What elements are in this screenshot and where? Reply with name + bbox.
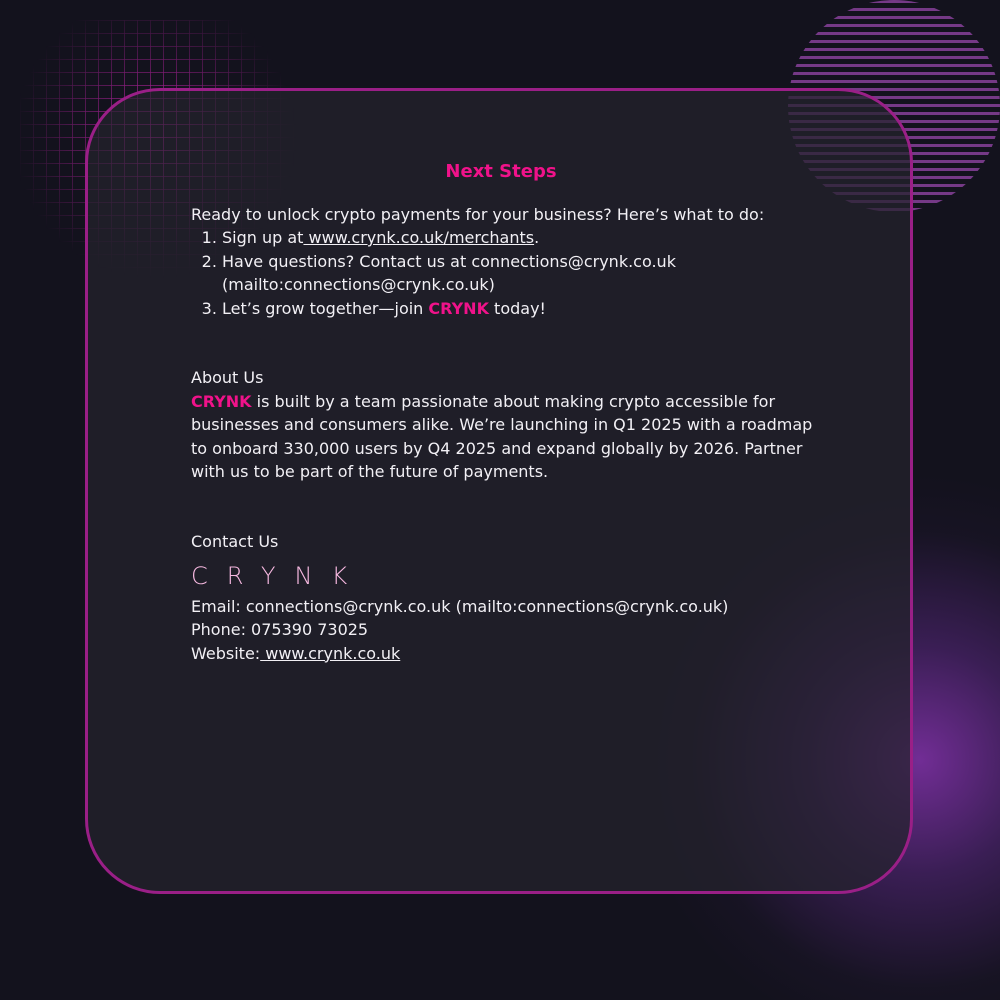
step-3: Let’s grow together—join CRYNK today! [222,297,831,321]
step-1: Sign up at www.crynk.co.uk/merchants. [222,226,831,250]
step-2: Have questions? Contact us at connection… [222,250,831,297]
website-link[interactable]: www.crynk.co.uk [260,644,400,663]
brand-name: CRYNK [428,298,489,318]
about-heading: About Us [191,368,264,387]
about-body: is built by a team passionate about maki… [191,391,813,482]
website-label: Website: [191,643,261,663]
brand-name: CRYNK [191,391,252,411]
next-steps-title: Next Steps [445,161,557,182]
step-3-text: Let’s grow together—join [222,298,429,318]
contact-heading: Contact Us [191,531,279,551]
step-1-text: Sign up at [222,228,304,247]
contact-phone: Phone: 075390 73025 [191,620,369,639]
steps-list: Sign up at www.crynk.co.uk/merchants. Ha… [191,226,831,320]
step-3-suffix: today! [488,298,546,318]
content: Next Steps Ready to unlock crypto paymen… [191,160,831,665]
about-text: CRYNK is built by a team passionate abou… [191,390,831,484]
contact-website: Website: www.crynk.co.uk [191,642,831,666]
crynk-logo: CRYNK [191,562,367,590]
contact-email: Email: connections@crynk.co.uk (mailto:c… [191,596,729,616]
merchants-link[interactable]: www.crynk.co.uk/merchants [303,228,535,247]
next-steps-intro: Ready to unlock crypto payments for your… [191,204,765,224]
step-1-suffix: . [534,228,540,247]
